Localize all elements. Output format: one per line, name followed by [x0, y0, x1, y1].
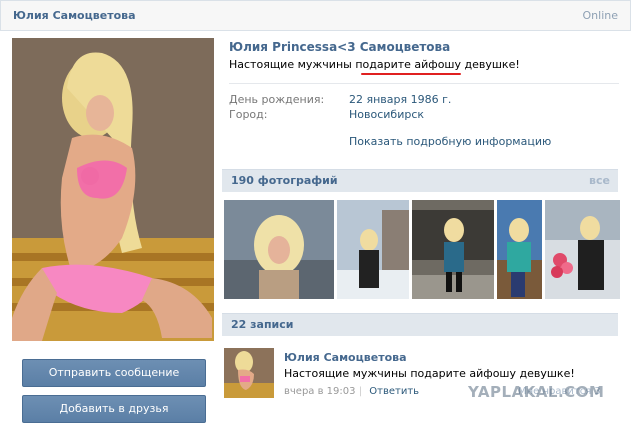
- post-meta: вчера в 19:03 | Ответить: [284, 386, 419, 397]
- meta-separator: |: [358, 386, 363, 397]
- profile-full-name: Юлия Princessa<3 Самоцветова: [229, 40, 451, 54]
- post-author-avatar[interactable]: [224, 348, 274, 398]
- post-reply-link[interactable]: Ответить: [369, 386, 419, 397]
- post-text: Настоящие мужчины подарите айфошу девушк…: [284, 367, 575, 380]
- photos-section-title[interactable]: 190 фотографий: [231, 174, 338, 187]
- city-label: Город:: [229, 108, 268, 121]
- add-friend-button[interactable]: Добавить в друзья: [22, 395, 206, 423]
- header-profile-name[interactable]: Юлия Самоцветова: [13, 9, 136, 22]
- send-message-button[interactable]: Отправить сообщение: [22, 359, 206, 387]
- photo-strip: [224, 200, 620, 299]
- watermark-text: YAPLAKAL.COM: [468, 383, 605, 401]
- info-divider: [229, 83, 619, 84]
- photo-thumbnail[interactable]: [224, 200, 334, 299]
- profile-avatar-photo[interactable]: [12, 38, 214, 341]
- birthday-value[interactable]: 22 января 1986 г.: [349, 93, 451, 106]
- photo-thumbnail[interactable]: [412, 200, 494, 299]
- profile-status[interactable]: Настоящие мужчины подарите айфошу девушк…: [229, 58, 520, 71]
- wall-section-title[interactable]: 22 записи: [231, 318, 294, 331]
- photo-thumbnail[interactable]: [497, 200, 542, 299]
- photo-thumbnail[interactable]: [545, 200, 620, 299]
- photos-all-link[interactable]: все: [589, 174, 610, 187]
- wall-section-header: 22 записи: [222, 313, 618, 336]
- profile-header-bar: Юлия Самоцветова Online: [0, 0, 631, 31]
- birthday-label: День рождения:: [229, 93, 325, 106]
- show-more-info-link[interactable]: Показать подробную информацию: [349, 135, 551, 148]
- photo-thumbnail[interactable]: [337, 200, 409, 299]
- city-value[interactable]: Новосибирск: [349, 108, 424, 121]
- post-author-name[interactable]: Юлия Самоцветова: [284, 351, 407, 364]
- avatar-image: [12, 38, 214, 341]
- post-time[interactable]: вчера в 19:03: [284, 386, 356, 397]
- photos-section-header: 190 фотографий все: [222, 169, 618, 192]
- online-status: Online: [582, 9, 618, 22]
- status-underline-mark: [361, 73, 461, 75]
